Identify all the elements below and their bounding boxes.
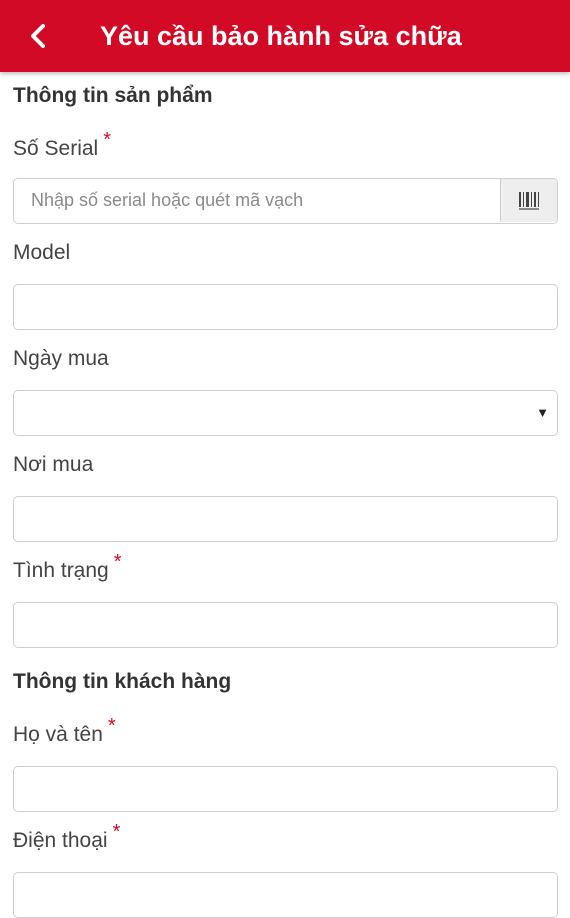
required-mark: * — [103, 129, 112, 151]
scan-barcode-button[interactable] — [500, 179, 557, 222]
serial-field — [13, 178, 558, 224]
phone-label: Điện thoại * — [13, 821, 121, 852]
serial-input[interactable] — [14, 179, 501, 222]
model-label: Model — [13, 241, 71, 264]
purchase-date-label: Ngày mua — [13, 347, 109, 370]
full-name-field — [13, 766, 558, 812]
caret-down-icon: ▼ — [536, 405, 549, 420]
phone-field — [13, 872, 558, 918]
required-mark: * — [113, 551, 122, 573]
page-title: Yêu cầu bảo hành sửa chữa — [100, 20, 462, 51]
full-name-input[interactable] — [14, 767, 501, 810]
condition-input[interactable] — [14, 603, 501, 646]
barcode-icon — [519, 191, 539, 210]
purchase-place-input[interactable] — [14, 497, 501, 540]
chevron-left-icon — [31, 24, 45, 48]
condition-field — [13, 602, 558, 648]
app-header: Yêu cầu bảo hành sửa chữa — [0, 0, 570, 72]
phone-input[interactable] — [14, 873, 501, 916]
form: Thông tin sản phẩm Số Serial* Model Ngày… — [13, 72, 558, 918]
customer-section-title: Thông tin khách hàng — [13, 670, 232, 693]
serial-label: Số Serial * — [13, 129, 112, 160]
purchase-place-label: Nơi mua — [13, 453, 94, 476]
purchase-place-field — [13, 496, 558, 542]
required-mark: * — [112, 821, 121, 843]
product-section-title: Thông tin sản phẩm — [13, 84, 213, 107]
model-input[interactable] — [14, 285, 501, 328]
back-button[interactable] — [0, 0, 76, 72]
model-field — [13, 284, 558, 330]
required-mark: * — [107, 715, 116, 737]
full-name-label: Họ và tên * — [13, 715, 116, 746]
purchase-date-select[interactable]: ▼ — [13, 390, 558, 436]
condition-label: Tình trạng * — [13, 551, 122, 582]
